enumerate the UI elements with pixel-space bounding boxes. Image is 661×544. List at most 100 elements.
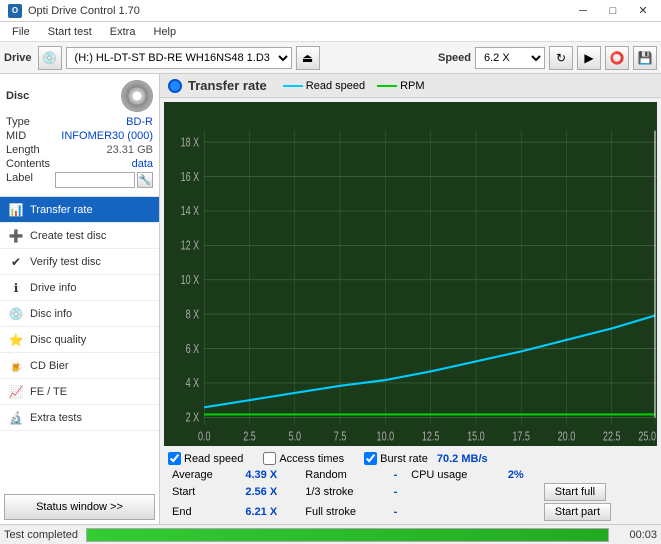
nav-label-extra-tests: Extra tests <box>30 412 82 424</box>
toolbar: Drive 💿 (H:) HL-DT-ST BD-RE WH16NS48 1.D… <box>0 42 661 74</box>
disc-section-title: Disc <box>6 90 29 102</box>
speed-select[interactable]: 6.2 X <box>475 47 545 69</box>
contents-field: Contents data <box>6 158 153 170</box>
stroke-label: 1/3 stroke <box>301 482 389 502</box>
burst-rate-checkbox[interactable] <box>364 452 377 465</box>
read-speed-checkbox[interactable] <box>168 452 181 465</box>
svg-text:10 X: 10 X <box>181 274 200 288</box>
minimize-button[interactable]: ─ <box>569 2 597 20</box>
contents-label: Contents <box>6 158 50 170</box>
nav-label-cd-bier: CD Bier <box>30 360 69 372</box>
start-part-button[interactable]: Start part <box>544 503 611 521</box>
stats-row-average: Average 4.39 X Random - CPU usage 2% <box>168 468 653 482</box>
main-content: Disc Type BD-R MID INFOMER30 (000) Lengt… <box>0 74 661 524</box>
legend-read-speed: Read speed <box>283 80 365 92</box>
start-label: Start <box>168 482 241 502</box>
maximize-button[interactable]: □ <box>599 2 627 20</box>
nav-item-transfer-rate[interactable]: 📊 Transfer rate <box>0 197 159 223</box>
action-btn-2[interactable]: ⭕ <box>605 46 629 70</box>
nav-item-cd-bier[interactable]: 🍺 CD Bier <box>0 353 159 379</box>
title-bar: O Opti Drive Control 1.70 ─ □ ✕ <box>0 0 661 22</box>
legend-read-speed-label: Read speed <box>306 80 365 92</box>
end-label: End <box>168 502 241 522</box>
nav-label-disc-quality: Disc quality <box>30 334 86 346</box>
disc-header: Disc <box>6 80 153 112</box>
close-button[interactable]: ✕ <box>629 2 657 20</box>
status-time: 00:03 <box>617 529 657 541</box>
nav-label-transfer-rate: Transfer rate <box>30 204 93 216</box>
svg-text:20.0: 20.0 <box>558 430 576 444</box>
label-set-button[interactable]: 🔧 <box>137 172 153 188</box>
menu-start-test[interactable]: Start test <box>40 22 100 41</box>
svg-text:5.0: 5.0 <box>289 430 302 444</box>
menu-file[interactable]: File <box>4 22 38 41</box>
legend-rpm-label: RPM <box>400 80 424 92</box>
start-value: 2.56 X <box>241 482 301 502</box>
sidebar: Disc Type BD-R MID INFOMER30 (000) Lengt… <box>0 74 160 524</box>
nav-item-disc-info[interactable]: 💿 Disc info <box>0 301 159 327</box>
type-label: Type <box>6 116 30 128</box>
nav-item-fe-te[interactable]: 📈 FE / TE <box>0 379 159 405</box>
extra-tests-icon: 🔬 <box>8 410 24 426</box>
burst-rate-checkbox-item[interactable]: Burst rate 70.2 MB/s <box>364 452 488 465</box>
nav-menu: 📊 Transfer rate ➕ Create test disc ✔ Ver… <box>0 197 159 431</box>
stats-row-end: End 6.21 X Full stroke - Start part <box>168 502 653 522</box>
mid-value: INFOMER30 (000) <box>61 130 153 142</box>
menu-help[interactable]: Help <box>145 22 184 41</box>
save-button[interactable]: 💾 <box>633 46 657 70</box>
status-window-button[interactable]: Status window >> <box>4 494 155 520</box>
nav-item-extra-tests[interactable]: 🔬 Extra tests <box>0 405 159 431</box>
full-stroke-label: Full stroke <box>301 502 389 522</box>
drive-info-icon: ℹ <box>8 280 24 296</box>
access-times-checkbox-item[interactable]: Access times <box>263 452 344 465</box>
read-speed-checkbox-item[interactable]: Read speed <box>168 452 243 465</box>
status-text: Test completed <box>4 529 78 541</box>
drive-icon-btn[interactable]: 💿 <box>38 46 62 70</box>
mid-field: MID INFOMER30 (000) <box>6 130 153 142</box>
svg-text:4 X: 4 X <box>186 377 200 391</box>
label-input[interactable] <box>55 172 135 188</box>
refresh-button[interactable]: ↻ <box>549 46 573 70</box>
stats-table: Average 4.39 X Random - CPU usage 2% Sta… <box>168 468 653 522</box>
verify-test-disc-icon: ✔ <box>8 254 24 270</box>
status-bar: Test completed 00:03 <box>0 524 661 544</box>
nav-item-disc-quality[interactable]: ⭐ Disc quality <box>0 327 159 353</box>
mid-label: MID <box>6 130 26 142</box>
chart-svg: 2 X 4 X 6 X 8 X 10 X 12 X 14 X 16 X 18 X… <box>164 102 657 446</box>
menu-extra[interactable]: Extra <box>102 22 144 41</box>
status-window-label: Status window >> <box>36 501 123 513</box>
title-bar-left: O Opti Drive Control 1.70 <box>8 4 140 18</box>
disc-info-panel: Disc Type BD-R MID INFOMER30 (000) Lengt… <box>0 74 159 197</box>
eject-button[interactable]: ⏏ <box>296 46 320 70</box>
nav-item-verify-test-disc[interactable]: ✔ Verify test disc <box>0 249 159 275</box>
action-btn-1[interactable]: ▶ <box>577 46 601 70</box>
burst-rate-value: 70.2 MB/s <box>437 453 488 465</box>
app-icon: O <box>8 4 22 18</box>
start-full-button[interactable]: Start full <box>544 483 606 501</box>
cpu-usage-value: 2% <box>504 468 540 482</box>
nav-label-verify-test-disc: Verify test disc <box>30 256 101 268</box>
svg-text:12.5: 12.5 <box>422 430 440 444</box>
random-label: Random <box>301 468 389 482</box>
title-bar-controls: ─ □ ✕ <box>569 2 657 20</box>
access-times-checkbox-label: Access times <box>279 453 344 465</box>
length-label: Length <box>6 144 40 156</box>
access-times-checkbox[interactable] <box>263 452 276 465</box>
speed-label: Speed <box>438 52 471 64</box>
legend-rpm: RPM <box>377 80 424 92</box>
random-value: - <box>390 468 408 482</box>
svg-text:14 X: 14 X <box>181 205 200 219</box>
transfer-rate-icon: 📊 <box>8 202 24 218</box>
nav-item-create-test-disc[interactable]: ➕ Create test disc <box>0 223 159 249</box>
full-stroke-value: - <box>390 502 408 522</box>
drive-select[interactable]: (H:) HL-DT-ST BD-RE WH16NS48 1.D3 <box>66 47 292 69</box>
chart-title-box: Transfer rate <box>168 78 267 93</box>
chart-header: Transfer rate Read speed RPM <box>160 74 661 98</box>
cd-bier-icon: 🍺 <box>8 358 24 374</box>
read-speed-checkbox-label: Read speed <box>184 453 243 465</box>
svg-text:8 X: 8 X <box>186 308 200 322</box>
chart-container: 2 X 4 X 6 X 8 X 10 X 12 X 14 X 16 X 18 X… <box>164 102 657 446</box>
label-label: Label <box>6 172 33 188</box>
nav-item-drive-info[interactable]: ℹ Drive info <box>0 275 159 301</box>
nav-label-fe-te: FE / TE <box>30 386 67 398</box>
